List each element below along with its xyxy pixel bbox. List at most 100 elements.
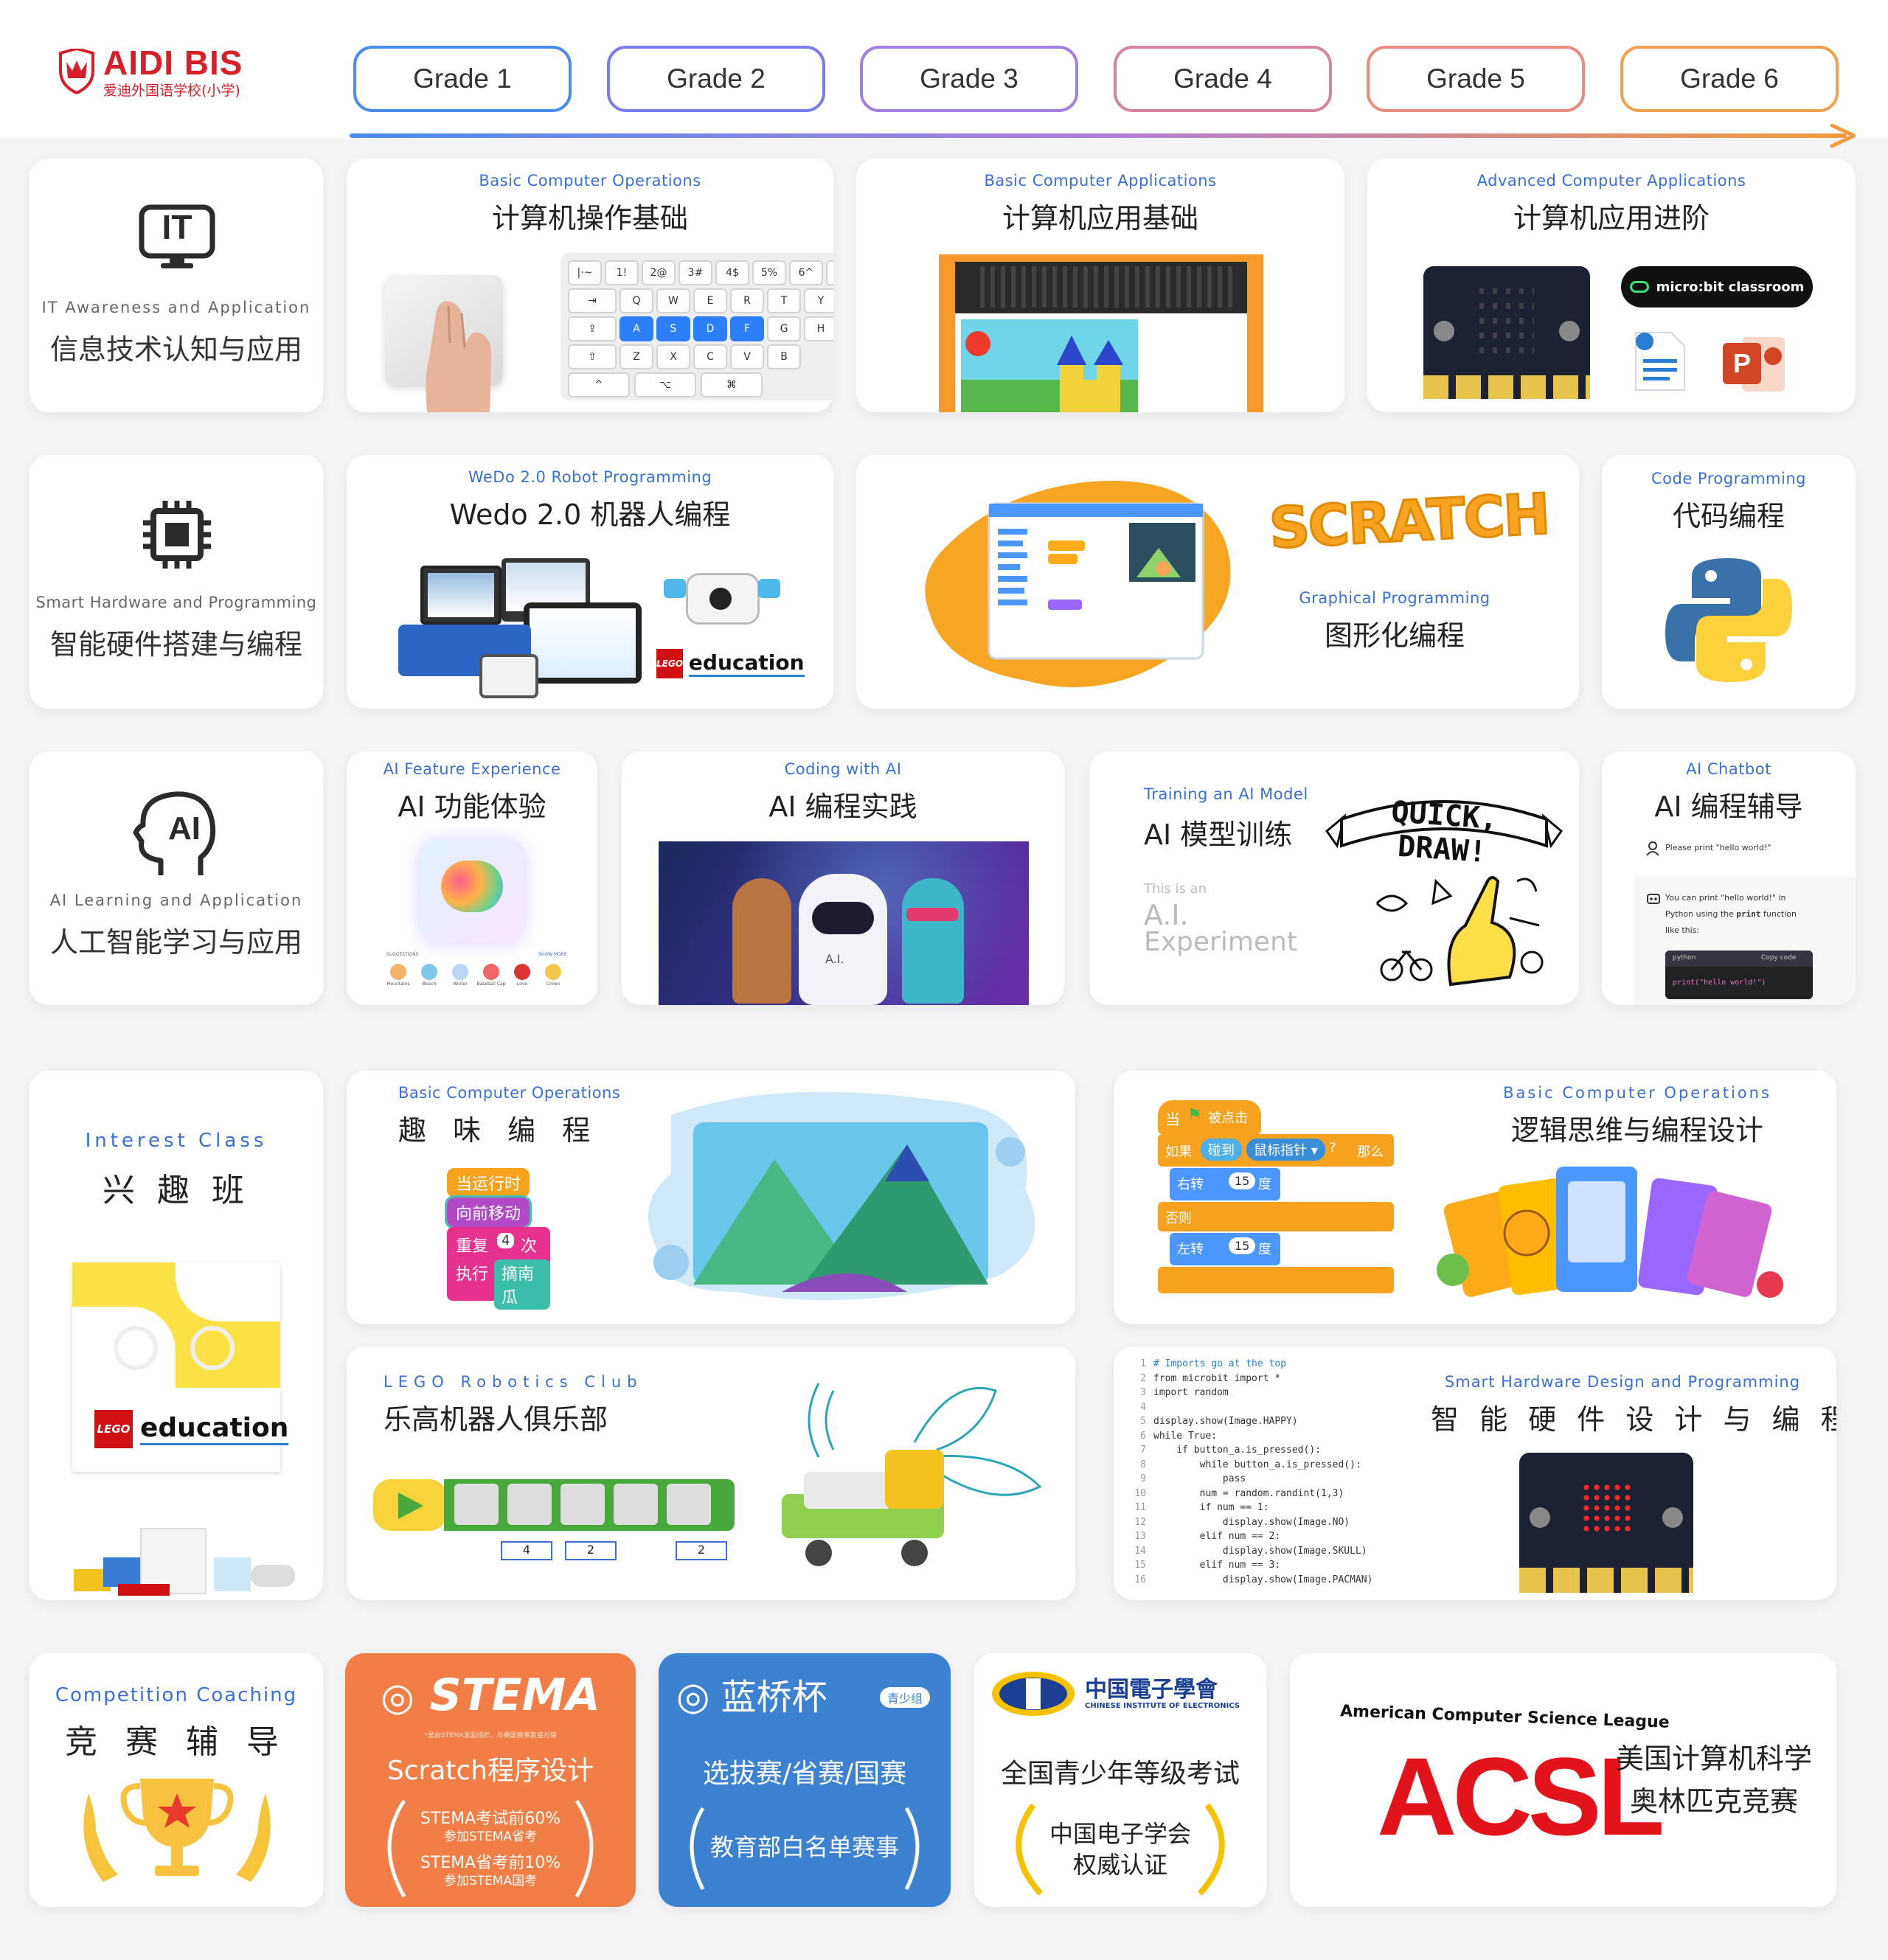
course-card-basic-operations[interactable]: Basic Computer Operations 计算机操作基础 |·~ 1! 2… <box>347 159 833 412</box>
category-card-hardware: Smart Hardware and Programming 智能硬件搭建与编程 <box>30 455 323 709</box>
keyboard-key: D <box>693 316 727 341</box>
svg-text:P: P <box>1733 348 1751 378</box>
code-line-number: 5 <box>1140 1416 1146 1427</box>
code-line-number: 14 <box>1134 1545 1146 1557</box>
lanqiao-title: 选拔赛/省赛/国赛 <box>702 1759 907 1789</box>
course-zh: 趣 味 编 程 <box>398 1114 600 1147</box>
trophy-icon <box>83 1779 271 1882</box>
suggestion-item[interactable]: Winter <box>445 964 475 987</box>
suggestion-item[interactable]: Baseball Cap <box>476 964 506 987</box>
competition-card-lanqiao[interactable]: ◎ 蓝桥杯 青少组 选拔赛/省赛/国赛 教育部白名单赛事 <box>659 1653 951 1907</box>
keyboard-key: S <box>656 316 690 341</box>
header: AIDI BIS 爱迪外国语学校(小学) Grade 1 Grade 2 Gra… <box>0 0 1888 148</box>
stema-swirl-icon: ◎ <box>381 1675 414 1720</box>
course-card-scratch[interactable]: SCRATCH Graphical Programming 图形化编程 <box>856 455 1579 709</box>
cie-logo-en: CHINESE INSTITUTE OF ELECTRONICS <box>1085 1702 1240 1710</box>
course-card-code-programming[interactable]: Code Programming 代码编程 <box>1602 455 1856 709</box>
hand-icon <box>426 301 492 412</box>
suggestion-item[interactable]: Love <box>507 964 537 987</box>
course-zh: AI 编程实践 <box>768 790 917 823</box>
code-line: if num == 1: <box>1153 1502 1269 1513</box>
grade-tab-1[interactable]: Grade 1 <box>353 46 572 112</box>
grade-tab-2[interactable]: Grade 2 <box>607 46 825 112</box>
code-block: python Copy code print("hello world!") <box>1665 951 1813 999</box>
code-line-number: 6 <box>1140 1430 1146 1442</box>
category-en: AI Learning and Application <box>49 892 303 909</box>
category-zh: 智能硬件搭建与编程 <box>49 628 302 661</box>
course-card-coding-with-ai[interactable]: Coding with AI AI 编程实践 A.I. <box>622 751 1064 1005</box>
user-avatar-icon <box>1646 841 1659 856</box>
suggestions-label: SUGGESTIONS <box>386 952 419 957</box>
word-doc-icon <box>1635 332 1685 391</box>
suggestion-label: Winter <box>453 981 468 987</box>
python-icon <box>1665 558 1792 682</box>
course-card-wedo[interactable]: WeDo 2.0 Robot Programming Wedo 2.0 机器人编… <box>347 455 833 709</box>
play-icon <box>398 1492 423 1519</box>
course-card-ai-chatbot[interactable]: AI Chatbot AI 编程辅导 Please print "hello w… <box>1602 751 1856 1005</box>
keyboard-key: ⌥ <box>634 372 696 397</box>
code-line-number: 4 <box>1140 1401 1146 1413</box>
code-line-number: 12 <box>1134 1516 1146 1528</box>
course-zh: AI 编程辅导 <box>1654 790 1803 823</box>
competition-card-stema[interactable]: ◎ STEMA *是由STEMA发起组织，与美国赛事直接对接 Scratch程序… <box>345 1653 636 1907</box>
code-line: while button_a.is_pressed(): <box>1153 1459 1361 1470</box>
course-card-basic-applications[interactable]: Basic Computer Applications 计算机应用基础 <box>856 159 1344 412</box>
course-en: Training an AI Model <box>1144 785 1308 803</box>
course-zh: AI 功能体验 <box>398 790 546 823</box>
competition-card-cie[interactable]: 中国電子學會 CHINESE INSTITUTE OF ELECTRONICS … <box>974 1653 1266 1907</box>
wedo-robot-image <box>664 566 782 632</box>
chat-bot-line-2a: Python using the <box>1665 909 1734 919</box>
course-card-smart-hardware-design[interactable]: 1 # Imports go at the top 2 from microbit i… <box>1114 1346 1836 1600</box>
keyboard-image: |·~1!2@3#4$5%6^7& ⇥QWERTY ⇪ASDFGH ⇧ZXCVB ^⌥⌘ <box>560 253 833 400</box>
course-en: Basic Computer Applications <box>984 172 1217 190</box>
laurel-wreath-icon <box>690 1807 920 1891</box>
code-lang: python <box>1673 954 1696 962</box>
code-line: # Imports go at the top <box>1153 1358 1287 1369</box>
category-card-competition: Competition Coaching 竞 赛 辅 导 <box>30 1653 323 1907</box>
course-en: Coding with AI <box>784 760 902 778</box>
school-logo[interactable]: AIDI BIS 爱迪外国语学校(小学) <box>58 44 279 99</box>
suggestion-icon <box>483 964 499 980</box>
course-card-training-ai[interactable]: Training an AI Model AI 模型训练 This is an … <box>1089 751 1579 1005</box>
course-card-fun-programming[interactable]: Basic Computer Operations 趣 味 编 程 当运行时 向… <box>347 1071 1075 1324</box>
course-card-ai-feature[interactable]: AI Feature Experience AI 功能体验 SUGGESTION… <box>347 751 597 1005</box>
cie-title: 全国青少年等级考试 <box>1000 1759 1240 1789</box>
education-text: education <box>140 1413 289 1445</box>
microbit-classroom-badge[interactable]: micro:bit classroom <box>1621 266 1813 307</box>
show-more-link[interactable]: SHOW MORE <box>538 952 567 957</box>
suggestion-item[interactable]: Beach <box>414 964 444 987</box>
param-1[interactable]: 4 <box>501 1541 552 1560</box>
grade-tab-3[interactable]: Grade 3 <box>860 46 1078 112</box>
keyboard-key: C <box>693 344 727 369</box>
lego-robot-image <box>782 1383 1042 1566</box>
microbit-classroom-label: micro:bit classroom <box>1656 279 1805 295</box>
param-2[interactable]: 2 <box>565 1541 617 1560</box>
green-flag-icon: ⚑ <box>1187 1106 1202 1125</box>
keyboard-key: B <box>767 344 801 369</box>
education-text: education <box>688 650 805 677</box>
lego-education-box: LEGO education <box>72 1262 289 1472</box>
course-card-logic-thinking[interactable]: 当 ⚑ 被点击 如果 碰到 鼠标指针 ▾ ? 那么 右转 15 度 否则 左转 … <box>1114 1071 1836 1324</box>
course-card-lego-robotics[interactable]: LEGO Robotics Club 乐高机器人俱乐部 4 2 2 <box>347 1346 1075 1600</box>
doodles-image <box>1375 876 1544 987</box>
competition-card-acsl[interactable]: American Computer Science League ACSL 美国… <box>1290 1653 1836 1907</box>
chip-icon <box>143 501 211 569</box>
suggestion-item[interactable]: Crown <box>538 964 568 987</box>
grade-tab-6[interactable]: Grade 6 <box>1620 46 1839 112</box>
grade-tab-5[interactable]: Grade 5 <box>1367 46 1585 112</box>
keyboard-key: E <box>693 288 727 313</box>
course-zh: 计算机应用基础 <box>1002 202 1198 234</box>
suggestion-item[interactable]: Mountains <box>384 964 413 987</box>
grade-tab-4[interactable]: Grade 4 <box>1114 46 1332 112</box>
keyboard-key: W <box>656 288 690 313</box>
chat-bot-line-1: You can print "hello world!" in <box>1665 893 1786 903</box>
copy-code-button[interactable]: Copy code <box>1761 954 1796 962</box>
course-card-advanced-applications[interactable]: Advanced Computer Applications 计算机应用进阶 m… <box>1367 159 1856 412</box>
code-line: display.show(Image.SKULL) <box>1153 1545 1367 1557</box>
lanqiao-swirl-icon: ◎ <box>676 1675 710 1719</box>
monitor-icon-text: IT <box>162 208 192 246</box>
code-line: import random <box>1153 1387 1229 1398</box>
keyboard-key: G <box>767 316 801 341</box>
stema-note: *是由STEMA发起组织，与美国赛事直接对接 <box>424 1732 557 1740</box>
param-3[interactable]: 2 <box>676 1541 727 1560</box>
